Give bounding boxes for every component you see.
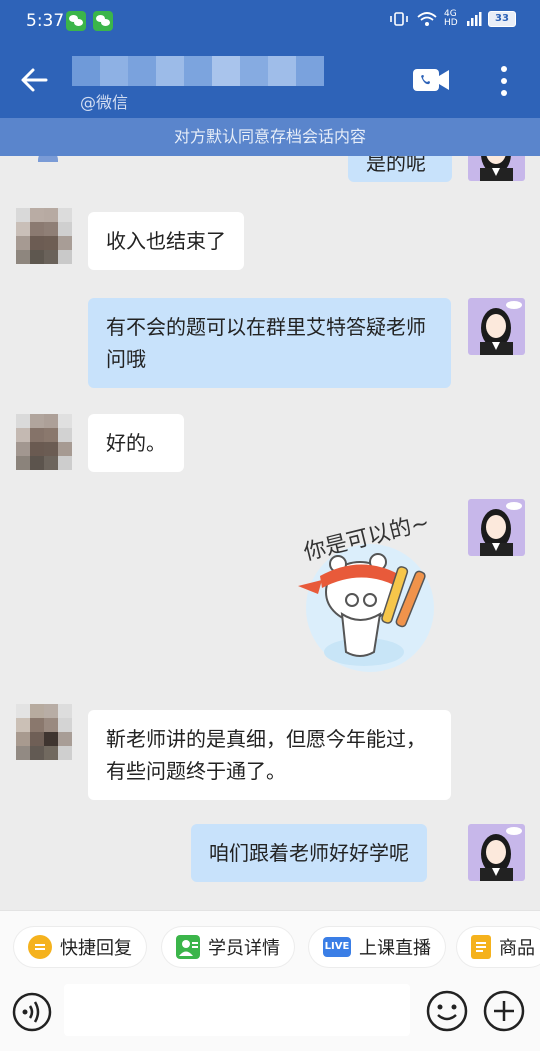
video-call-icon[interactable] xyxy=(412,66,450,94)
message-bubble-out[interactable]: 咱们跟着老师好好学呢 xyxy=(191,824,427,882)
voice-icon[interactable] xyxy=(12,992,52,1032)
back-arrow-icon[interactable] xyxy=(16,62,52,98)
products-button[interactable]: 商品 xyxy=(457,927,540,967)
message-bubble-out[interactable]: 有不会的题可以在群里艾特答疑老师问哦 xyxy=(88,298,451,388)
contact-name-blurred xyxy=(72,56,324,86)
quick-reply-label: 快捷回复 xyxy=(60,938,132,959)
message-bubble-in[interactable]: 收入也结束了 xyxy=(88,212,244,270)
agent-avatar-image xyxy=(480,502,522,556)
vibrate-icon xyxy=(390,12,408,26)
message-bubble-in[interactable]: 好的。 xyxy=(88,414,184,472)
wifi-icon xyxy=(417,12,437,26)
agent-avatar-image xyxy=(480,301,522,355)
more-vertical-icon[interactable] xyxy=(494,64,514,98)
contact-source: @微信 xyxy=(80,93,129,112)
agent-avatar[interactable] xyxy=(468,824,525,881)
message-text: 靳老师讲的是真细，但愿今年能过，有些问题终于通了。 xyxy=(106,727,426,783)
message-bubble-out[interactable]: 是的呢 xyxy=(348,156,452,182)
customer-avatar-blurred[interactable] xyxy=(16,704,72,760)
sticker-message[interactable]: 你是可以的~ xyxy=(290,510,450,674)
message-input[interactable] xyxy=(64,984,410,1036)
agent-avatar[interactable] xyxy=(468,156,525,181)
signal-icon xyxy=(467,12,482,26)
agent-avatar-image xyxy=(480,156,513,181)
message-text: 有不会的题可以在群里艾特答疑老师问哦 xyxy=(106,315,426,371)
hd-label: HD xyxy=(444,18,458,28)
live-icon: LIVE xyxy=(323,937,351,957)
student-details-button[interactable]: 学员详情 xyxy=(162,927,294,967)
status-time: 5:37 xyxy=(26,11,65,31)
quick-reply-button[interactable]: 快捷回复 xyxy=(14,927,146,967)
unread-indicator xyxy=(38,156,58,162)
student-details-label: 学员详情 xyxy=(208,938,280,959)
message-text: 是的呢 xyxy=(366,156,426,175)
message-text: 好的。 xyxy=(106,431,166,455)
message-text: 收入也结束了 xyxy=(106,229,226,253)
products-label: 商品 xyxy=(499,938,535,959)
live-class-label: 上课直播 xyxy=(359,938,431,959)
emoji-icon[interactable] xyxy=(426,990,468,1032)
student-icon xyxy=(176,935,200,959)
quick-action-bar: 快捷回复 学员详情 LIVE 上课直播 商品 xyxy=(0,910,540,980)
plus-icon[interactable] xyxy=(483,990,525,1032)
sticker-image: 你是可以的~ xyxy=(298,510,434,672)
message-bubble-in[interactable]: 靳老师讲的是真细，但愿今年能过，有些问题终于通了。 xyxy=(88,710,451,800)
battery-indicator: 33 xyxy=(488,11,516,27)
products-icon xyxy=(471,935,491,959)
status-bar: 5:37 4G HD 33 xyxy=(0,0,540,44)
quick-reply-icon xyxy=(28,935,52,959)
chat-header: @微信 xyxy=(0,44,540,118)
agent-avatar-image xyxy=(480,827,522,881)
input-bar xyxy=(0,980,540,1051)
chat-area[interactable]: 是的呢 收入也结束了 有不会的题可以在群里艾特答疑老师问哦 好的。 你是可以的~… xyxy=(0,156,540,910)
message-text: 咱们跟着老师好好学呢 xyxy=(209,841,409,865)
wechat-notification-icon xyxy=(66,11,86,31)
agent-avatar[interactable] xyxy=(468,499,525,556)
network-label: 4G HD xyxy=(444,10,460,28)
live-class-button[interactable]: LIVE 上课直播 xyxy=(309,927,445,967)
wechat-notification-icon xyxy=(93,11,113,31)
archive-notice: 对方默认同意存档会话内容 xyxy=(0,118,540,156)
customer-avatar-blurred[interactable] xyxy=(16,414,72,470)
status-icons: 4G HD 33 xyxy=(388,10,516,28)
customer-avatar-blurred[interactable] xyxy=(16,208,72,264)
agent-avatar[interactable] xyxy=(468,298,525,355)
